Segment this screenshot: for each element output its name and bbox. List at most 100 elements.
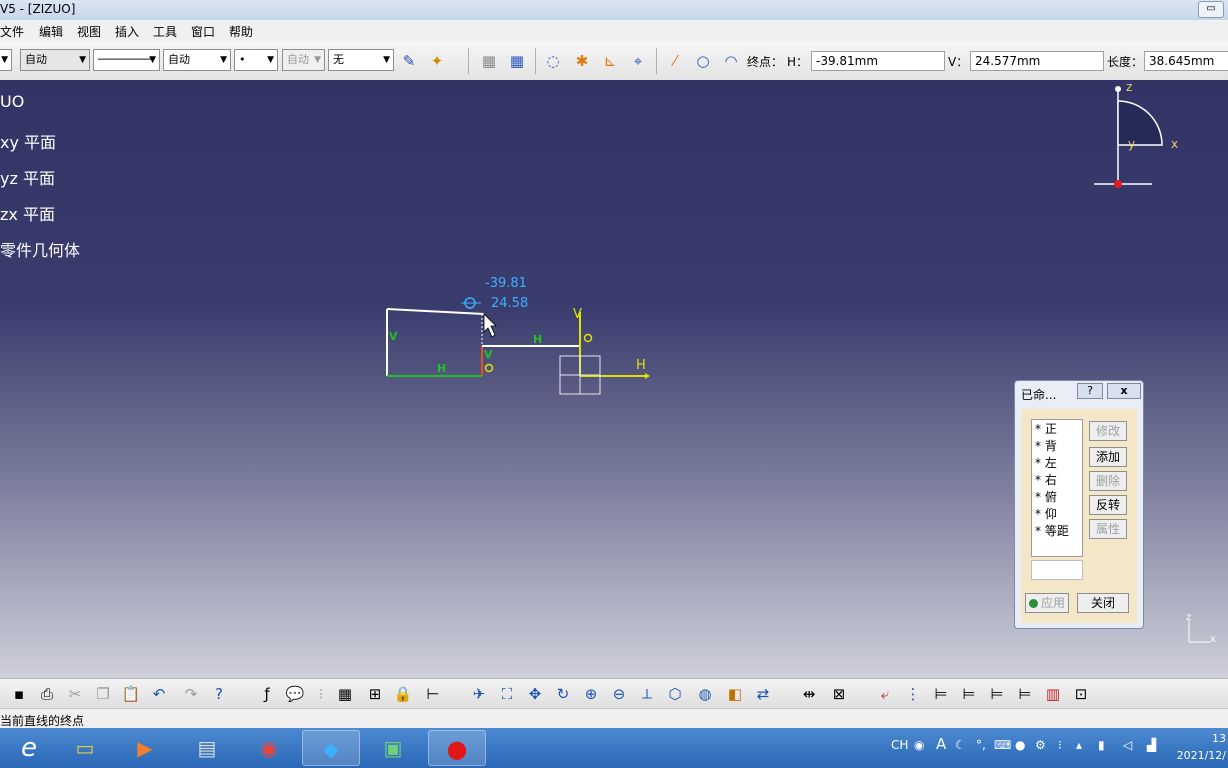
network-icon[interactable]: ▟ — [1147, 738, 1156, 752]
add-button[interactable]: 添加 — [1089, 447, 1127, 467]
combo-left-arrow[interactable]: ▼ — [0, 49, 12, 71]
explorer-icon[interactable]: ▭ — [56, 730, 114, 766]
ime-mode-icon[interactable]: ◉ — [914, 738, 924, 752]
ime-indicator[interactable]: CH — [891, 738, 908, 752]
gear-icon[interactable]: ⚙ — [1035, 738, 1046, 752]
iso-view-icon[interactable]: ⬡ — [664, 683, 686, 705]
undo-icon[interactable]: ↶ — [148, 683, 170, 705]
length-value-field[interactable]: 38.645mm — [1144, 51, 1228, 71]
swap-space-icon[interactable]: ⇄ — [752, 683, 774, 705]
menu-window[interactable]: 窗口 — [191, 23, 215, 40]
painter-icon[interactable]: ✎ — [398, 50, 420, 72]
view-name-input[interactable] — [1031, 560, 1083, 580]
point-combo[interactable]: • ▼ — [234, 49, 278, 71]
print-icon[interactable]: ⎙ — [36, 683, 58, 705]
spec-tree-3-icon[interactable]: ⊨ — [986, 683, 1008, 705]
sketch-analysis-icon[interactable]: ⊠ — [828, 683, 850, 705]
pattern-combo[interactable]: 无 ▼ — [328, 49, 394, 71]
bulb-icon[interactable]: ✦ — [426, 50, 448, 72]
dialog-help-button[interactable]: ? — [1077, 383, 1103, 399]
comment-icon[interactable]: 💬 — [284, 683, 306, 705]
keyboard-icon[interactable]: ⌨ — [994, 738, 1011, 752]
font-a-icon[interactable]: A — [936, 735, 946, 753]
menu-tools[interactable]: 工具 — [153, 23, 177, 40]
menu-edit[interactable]: 编辑 — [39, 23, 63, 40]
catia-icon[interactable]: ◆ — [302, 730, 360, 766]
list-item[interactable]: * 背 — [1032, 437, 1082, 454]
dimension-constraint-icon[interactable]: ⊾ — [599, 50, 621, 72]
properties-button[interactable]: 属性 — [1089, 519, 1127, 539]
line-icon[interactable]: ⁄ — [664, 50, 686, 72]
cut-icon[interactable]: ✂ — [64, 683, 86, 705]
volume-icon[interactable]: ◁ — [1123, 738, 1132, 752]
menu-file[interactable]: 文件 — [0, 23, 24, 40]
record-icon[interactable]: ● — [428, 730, 486, 766]
construction-icon[interactable]: ◌ — [542, 50, 564, 72]
fit-all-icon[interactable]: ⛶ — [496, 683, 518, 705]
mic-icon[interactable]: ● — [1015, 738, 1025, 752]
dialog-close-x-button[interactable]: x — [1107, 383, 1141, 399]
image-viewer-icon[interactable]: ▣ — [364, 730, 422, 766]
list-item[interactable]: * 右 — [1032, 471, 1082, 488]
normal-view-icon[interactable]: ⟂ — [636, 683, 658, 705]
whats-this-icon[interactable]: ? — [208, 683, 230, 705]
list-icon[interactable]: ⋮ — [902, 683, 924, 705]
circle-icon[interactable]: ○ — [692, 50, 714, 72]
list-item[interactable]: * 左 — [1032, 454, 1082, 471]
list-item[interactable]: * 仰 — [1032, 505, 1082, 522]
modify-button[interactable]: 修改 — [1089, 421, 1127, 441]
arc-icon[interactable]: ◠ — [720, 50, 742, 72]
copy-icon[interactable]: ❐ — [92, 683, 114, 705]
media-player-icon[interactable]: ▶ — [116, 730, 174, 766]
measure-icon[interactable]: ⇹ — [798, 683, 820, 705]
zoom-in-icon[interactable]: ⊕ — [580, 683, 602, 705]
layer-combo[interactable]: 自动 ▼ — [282, 49, 325, 71]
menu-view[interactable]: 视图 — [77, 23, 101, 40]
autodimension-icon[interactable]: ⌖ — [627, 50, 649, 72]
pan-icon[interactable]: ✥ — [524, 683, 546, 705]
snap-grid-icon[interactable]: ▦ — [506, 50, 528, 72]
tolerance-icon[interactable]: ⁝ — [310, 683, 332, 705]
v-value-field[interactable]: 24.577mm — [970, 51, 1104, 71]
fly-icon[interactable]: ✈ — [468, 683, 490, 705]
pattern-icon[interactable]: ▥ — [1042, 683, 1064, 705]
lock-icon[interactable]: 🔒 — [392, 683, 414, 705]
spec-tree-4-icon[interactable]: ⊨ — [1014, 683, 1036, 705]
thickness-combo[interactable]: 自动 ▼ — [163, 49, 231, 71]
chrome-icon[interactable]: ◉ — [240, 730, 298, 766]
h-value-field[interactable]: -39.81mm — [811, 51, 945, 71]
moon-icon[interactable]: ☾ — [955, 738, 966, 752]
save-icon[interactable]: ▪ — [8, 683, 30, 705]
catalog-icon[interactable]: ⊡ — [1070, 683, 1092, 705]
grid-icon[interactable]: ▦ — [478, 50, 500, 72]
analysis-icon[interactable]: ⊢ — [422, 683, 444, 705]
menu-help[interactable]: 帮助 — [229, 23, 253, 40]
show-hidden-icon[interactable]: ▴ — [1076, 738, 1082, 752]
restore-button[interactable]: ▭ — [1198, 1, 1224, 18]
reverse-button[interactable]: 反转 — [1089, 495, 1127, 515]
rotate-icon[interactable]: ↻ — [552, 683, 574, 705]
paste-icon[interactable]: 📋 — [120, 683, 142, 705]
tree-icon[interactable]: ⊞ — [364, 683, 386, 705]
shading-icon[interactable]: ◍ — [694, 683, 716, 705]
device-icon[interactable]: ▮ — [1098, 738, 1105, 752]
exit-workbench-icon[interactable]: ⤶ — [874, 683, 896, 705]
punctuation-icon[interactable]: °, — [976, 738, 986, 752]
menu-insert[interactable]: 插入 — [115, 23, 139, 40]
linetype-combo[interactable]: ──────── ▼ — [93, 49, 160, 71]
clock[interactable]: 13 2021/12/ — [1177, 730, 1226, 764]
calculator-icon[interactable]: ▤ — [178, 730, 236, 766]
delete-button[interactable]: 删除 — [1089, 471, 1127, 491]
list-item[interactable]: * 正 — [1032, 420, 1082, 437]
color-combo[interactable]: 自动 ▼ — [20, 49, 90, 71]
list-item[interactable]: * 俯 — [1032, 488, 1082, 505]
geometric-constraint-icon[interactable]: ✱ — [571, 50, 593, 72]
formula-icon[interactable]: ƒ — [256, 683, 278, 705]
views-list[interactable]: * 正 * 背 * 左 * 右 * 俯 * 仰 * 等距 — [1031, 419, 1083, 557]
apply-button[interactable]: 应用 — [1025, 593, 1069, 613]
redo-icon[interactable]: ↷ — [180, 683, 202, 705]
spec-tree-2-icon[interactable]: ⊨ — [958, 683, 980, 705]
spec-tree-icon[interactable]: ⊨ — [930, 683, 952, 705]
tray-expand-icon[interactable]: ⁝ — [1058, 738, 1062, 752]
zoom-out-icon[interactable]: ⊖ — [608, 683, 630, 705]
